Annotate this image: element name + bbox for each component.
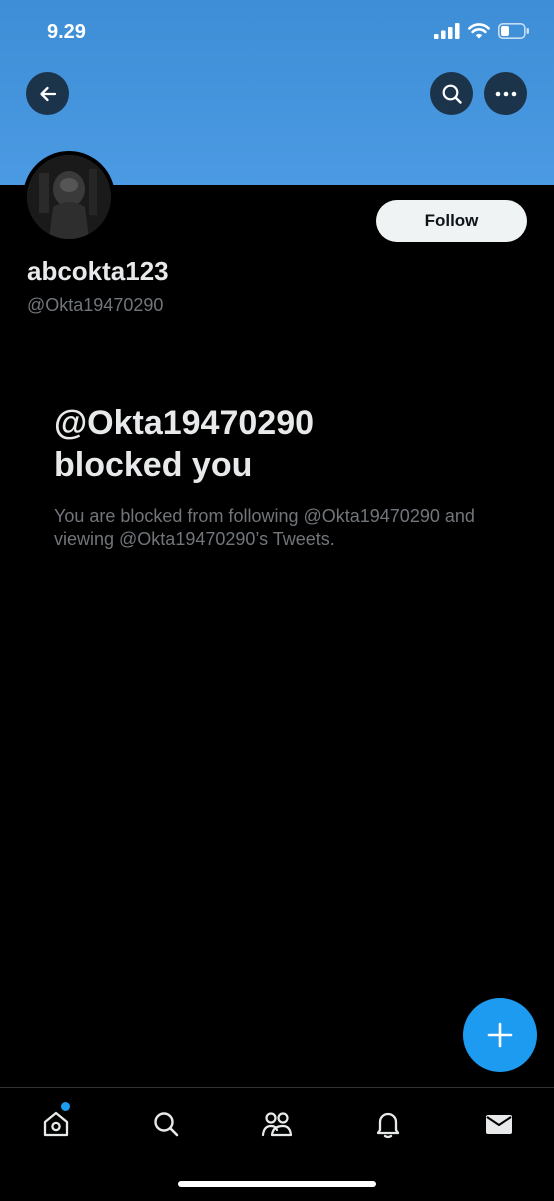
blocked-title-text: blocked you bbox=[54, 446, 253, 484]
tab-messages[interactable] bbox=[481, 1106, 517, 1142]
status-time: 9.29 bbox=[47, 21, 86, 43]
notifications-icon bbox=[376, 1112, 400, 1139]
compose-tweet-button[interactable] bbox=[463, 998, 537, 1072]
tab-home[interactable] bbox=[38, 1106, 74, 1142]
status-icons bbox=[434, 23, 530, 39]
blocked-title: @Okta19470290 blocked you bbox=[54, 402, 514, 486]
search-icon bbox=[442, 84, 462, 104]
blocked-title-handle: @Okta19470290 bbox=[54, 404, 315, 442]
messages-icon bbox=[486, 1115, 512, 1134]
signal-icon bbox=[434, 23, 460, 39]
home-icon bbox=[43, 1111, 69, 1137]
avatar[interactable] bbox=[23, 151, 115, 243]
search-button[interactable] bbox=[430, 72, 473, 115]
tab-search[interactable] bbox=[148, 1106, 184, 1142]
back-button[interactable] bbox=[26, 72, 69, 115]
avatar-image bbox=[27, 155, 111, 239]
tab-notifications[interactable] bbox=[370, 1106, 406, 1142]
search-icon bbox=[154, 1112, 179, 1137]
wifi-icon bbox=[468, 23, 490, 39]
more-icon bbox=[495, 91, 516, 96]
follow-button[interactable]: Follow bbox=[376, 200, 527, 242]
tab-communities[interactable] bbox=[259, 1106, 295, 1142]
communities-icon bbox=[261, 1112, 293, 1137]
more-button[interactable] bbox=[484, 72, 527, 115]
home-notification-dot bbox=[61, 1102, 70, 1111]
profile-handle: @Okta19470290 bbox=[27, 295, 164, 315]
profile-display-name: abcokta123 bbox=[27, 256, 169, 286]
back-arrow-icon bbox=[39, 86, 56, 101]
blocked-description: You are blocked from following @Okta1947… bbox=[54, 506, 475, 549]
home-indicator bbox=[178, 1181, 376, 1187]
battery-icon bbox=[498, 23, 529, 39]
plus-icon bbox=[487, 1022, 513, 1048]
